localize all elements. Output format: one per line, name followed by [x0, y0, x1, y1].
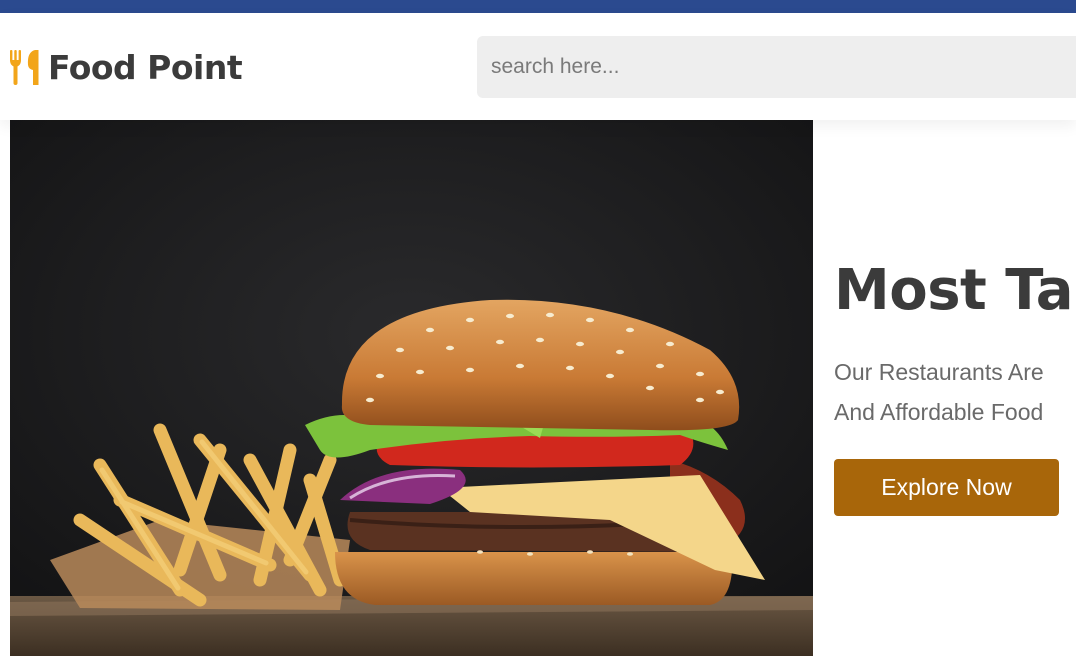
hero-description: Our Restaurants Are And Affordable Food	[834, 352, 1076, 432]
fork-and-spoon-icon	[10, 50, 39, 85]
hero-description-line: And Affordable Food	[834, 399, 1044, 425]
brand-logo[interactable]: Food Point	[8, 45, 243, 89]
search-input[interactable]	[477, 36, 1076, 98]
site-header: Food Point	[0, 13, 1076, 120]
hero-title: Most Tas	[834, 258, 1076, 323]
hero-description-line: Our Restaurants Are	[834, 359, 1044, 385]
explore-now-button[interactable]: Explore Now	[834, 459, 1059, 516]
hero-burger-image	[10, 120, 813, 656]
brand-name: Food Point	[48, 47, 243, 87]
